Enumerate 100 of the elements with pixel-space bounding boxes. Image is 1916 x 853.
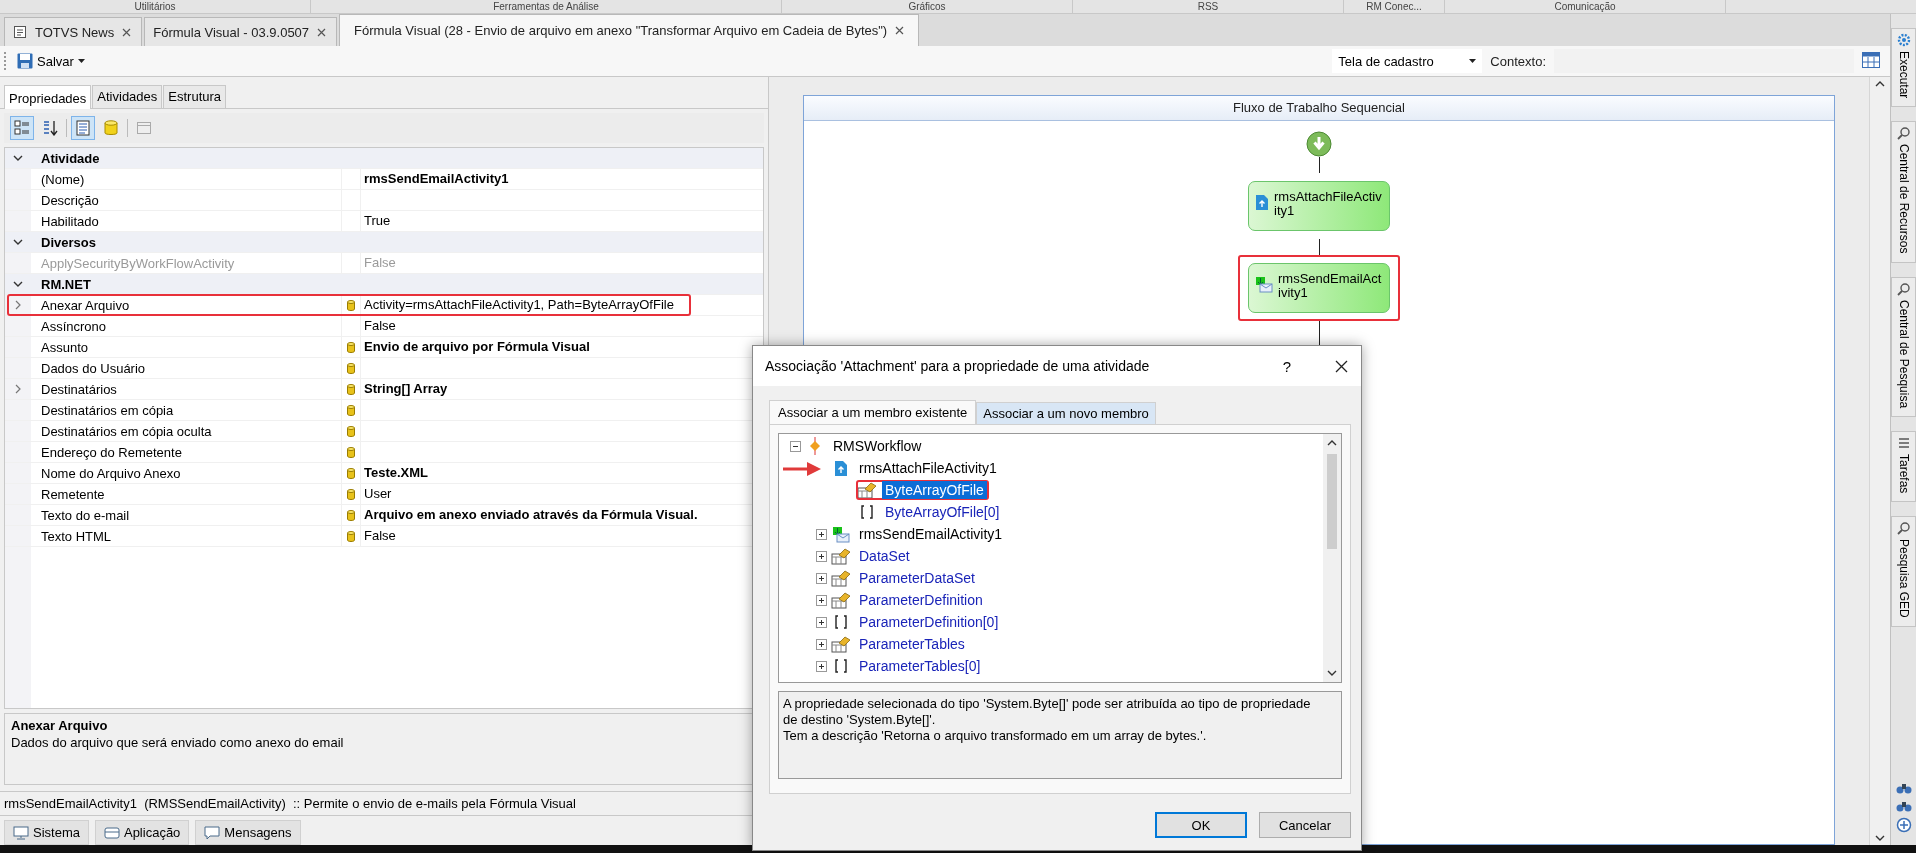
property-value[interactable]: User <box>361 486 392 501</box>
collapse-icon[interactable] <box>789 440 801 452</box>
property-value[interactable]: String[] Array <box>361 381 448 396</box>
expand-icon[interactable] <box>815 572 827 584</box>
dialog-tab[interactable]: Associar a um novo membro <box>976 402 1156 424</box>
expand-icon[interactable] <box>815 660 827 672</box>
collapse-icon[interactable] <box>13 281 23 287</box>
scroll-down-icon[interactable] <box>1327 670 1337 676</box>
scroll-down-icon[interactable] <box>1875 835 1885 841</box>
tree-item[interactable]: rmsSendEmailActivity1 <box>856 525 1006 543</box>
activity-node[interactable]: rmsSendEmailActivity1 <box>1248 263 1390 313</box>
tree-item[interactable]: ParameterTables[0] <box>856 657 984 675</box>
property-value[interactable]: True <box>361 213 391 228</box>
tree-item[interactable]: rmsAttachFileActivity1 <box>856 459 1000 477</box>
dialog-button[interactable]: Cancelar <box>1259 812 1351 838</box>
property-icon <box>831 635 851 653</box>
expand-icon[interactable] <box>815 594 827 606</box>
category-row[interactable]: RM.NET <box>5 274 763 295</box>
category-row[interactable]: Atividade <box>5 148 763 169</box>
tree-item[interactable]: ParameterDefinition[0] <box>856 613 1002 631</box>
menu-item[interactable]: Ferramentas de Análise <box>311 0 782 13</box>
categorized-icon <box>14 120 30 136</box>
dialog-title: Associação 'Attachment' para a propriedade de uma atividade <box>765 358 1151 374</box>
tree-item[interactable]: ParameterDataSet <box>856 569 978 587</box>
property-value[interactable]: Activity=rmsAttachFileActivity1, Path=ByteArrayOfFile <box>361 297 674 312</box>
database-icon <box>347 509 355 521</box>
zoom-icon[interactable] <box>1895 817 1912 833</box>
view-mode-dropdown[interactable]: Tela de cadastro <box>1332 49 1483 73</box>
property-row[interactable]: Assíncrono False <box>5 316 763 337</box>
property-row[interactable]: Anexar Arquivo Activity=rmsAttachFileActivity1, Path=ByteArrayOfFile <box>5 295 763 316</box>
scrollbar[interactable] <box>1323 434 1341 682</box>
database-icon <box>347 530 355 542</box>
property-tab[interactable]: Estrutura <box>163 85 227 108</box>
bottom-tab[interactable]: Sistema <box>4 820 89 845</box>
scroll-up-icon[interactable] <box>1327 440 1337 446</box>
side-panel-tab[interactable]: Executar <box>1891 28 1916 108</box>
collapse-icon[interactable] <box>13 239 23 245</box>
connector-line <box>1318 157 1320 173</box>
pages-icon <box>136 120 152 136</box>
side-panel-tab[interactable]: Pesquisa GED <box>1891 516 1916 627</box>
side-panel-tab[interactable]: Central de Recursos <box>1891 121 1916 263</box>
menu-item[interactable]: Comunicação <box>1445 0 1726 13</box>
property-name: Endereço do Remetente <box>40 444 183 460</box>
toolbar-button[interactable] <box>10 116 34 140</box>
property-value[interactable]: Teste.XML <box>361 465 429 480</box>
tree-item[interactable]: ByteArrayOfFile[0] <box>882 503 1003 521</box>
category-row[interactable]: Diversos <box>5 232 763 253</box>
property-value[interactable]: Envio de arquivo por Fórmula Visual <box>361 339 590 354</box>
dialog-button[interactable]: OK <box>1155 812 1247 838</box>
close-icon[interactable] <box>1334 359 1348 373</box>
scroll-thumb[interactable] <box>1327 454 1337 549</box>
activity-node[interactable]: rmsAttachFileActivity1 <box>1248 181 1390 231</box>
property-value[interactable]: rmsSendEmailActivity1 <box>361 171 509 186</box>
property-tab[interactable]: Atividades <box>92 85 163 108</box>
tree-item[interactable]: DataSet <box>856 547 913 565</box>
expand-icon[interactable] <box>815 528 827 540</box>
table-icon[interactable] <box>1862 51 1880 68</box>
property-value[interactable]: False <box>361 528 396 543</box>
menu-item[interactable]: Gráficos <box>782 0 1073 13</box>
workflow-icon <box>809 437 821 455</box>
tree-item[interactable]: ParameterDefinition <box>856 591 986 609</box>
expand-icon[interactable] <box>815 550 827 562</box>
tree-item[interactable]: ByteArrayOfFile <box>882 481 987 499</box>
expand-icon[interactable] <box>815 616 827 628</box>
document-icon <box>13 25 27 39</box>
binoculars-icon[interactable] <box>1895 781 1912 795</box>
side-panel-tab[interactable]: Tarefas <box>1891 430 1916 503</box>
email-icon <box>1255 276 1273 293</box>
side-panel-tab[interactable]: Central de Pesquisa <box>1891 276 1916 417</box>
tab-label: Fórmula Visual - 03.9.0507 <box>153 24 310 40</box>
menu-item[interactable]: Utilitários <box>0 0 311 13</box>
tree-item[interactable]: RMSWorkflow <box>830 437 925 455</box>
scrollbar[interactable] <box>1869 77 1890 845</box>
expand-icon[interactable] <box>815 638 827 650</box>
menu-item[interactable]: RM Conec... <box>1344 0 1445 13</box>
property-row[interactable]: (Nome) rmsSendEmailActivity1 <box>5 169 763 190</box>
close-icon[interactable] <box>895 26 905 35</box>
property-value[interactable]: False <box>361 318 396 333</box>
save-button[interactable]: Salvar <box>13 51 78 71</box>
help-button[interactable]: ? <box>1267 357 1307 375</box>
property-row[interactable]: Descrição <box>5 190 763 211</box>
menu-item[interactable]: RSS <box>1073 0 1344 13</box>
property-icon <box>857 481 877 499</box>
property-value[interactable]: Arquivo em anexo enviado através da Fórmula Visual. <box>361 507 698 522</box>
activity-label: rmsAttachFileActivity1 <box>1274 190 1383 218</box>
binoculars-icon[interactable] <box>1895 799 1912 813</box>
document-tab[interactable]: TOTVS News <box>4 17 143 46</box>
bottom-tab[interactable]: Mensagens <box>195 820 301 845</box>
close-icon[interactable] <box>122 27 132 37</box>
toolbar-button[interactable] <box>71 116 95 140</box>
property-tab[interactable]: Propriedades <box>4 85 92 109</box>
bottom-tab[interactable]: Aplicação <box>94 820 190 845</box>
document-tab[interactable]: Fórmula Visual - 03.9.0507 <box>144 17 338 46</box>
dialog-tab[interactable]: Associar a um membro existente <box>769 400 977 425</box>
tree-item[interactable]: ParameterTables <box>856 635 968 653</box>
tab-label: TOTVS News <box>35 24 115 40</box>
document-tab[interactable]: Fórmula Visual (28 - Envio de arquivo em anexo "Transformar Arquivo em Cadeia de Bytes") <box>339 14 920 46</box>
close-icon[interactable] <box>317 27 327 37</box>
collapse-icon[interactable] <box>13 155 23 161</box>
scroll-up-icon[interactable] <box>1875 81 1885 87</box>
